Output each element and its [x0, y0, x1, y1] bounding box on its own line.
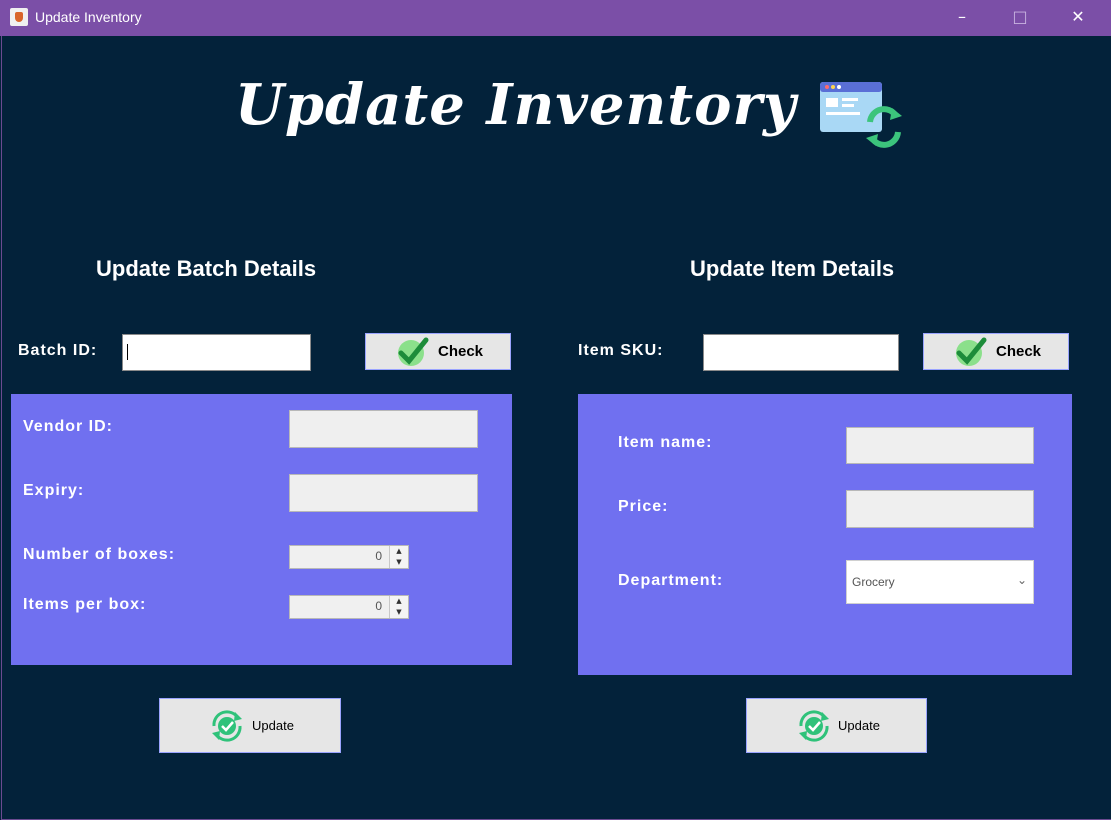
price-label: Price:: [618, 498, 669, 515]
minimize-button[interactable]: –: [932, 0, 992, 36]
item-section-title: Update Item Details: [690, 256, 895, 281]
close-button[interactable]: ✕: [1048, 0, 1108, 36]
vendor-id-label: Vendor ID:: [23, 418, 114, 435]
item-update-label: Update: [838, 718, 880, 733]
spinner-up-icon[interactable]: ▲: [390, 596, 408, 607]
batch-check-button[interactable]: Check: [365, 333, 511, 370]
inventory-refresh-icon: [820, 82, 902, 148]
spinner-down-icon[interactable]: ▼: [390, 607, 408, 618]
chevron-down-icon: ⌄: [1016, 573, 1027, 587]
batch-check-label: Check: [438, 343, 484, 360]
department-label: Department:: [618, 572, 724, 589]
item-sku-input[interactable]: [703, 334, 899, 371]
price-field[interactable]: [846, 490, 1034, 528]
green-check-icon: [956, 337, 987, 366]
item-update-button[interactable]: Update: [746, 698, 927, 753]
vendor-id-field[interactable]: [289, 410, 478, 448]
green-check-icon: [398, 337, 429, 366]
item-name-label: Item name:: [618, 434, 713, 451]
spinner-arrows[interactable]: ▲ ▼: [389, 546, 408, 568]
number-of-boxes-label: Number of boxes:: [23, 546, 176, 563]
item-check-label: Check: [996, 343, 1042, 360]
number-of-boxes-value: 0: [375, 549, 382, 563]
spinner-down-icon[interactable]: ▼: [390, 557, 408, 568]
department-select[interactable]: Grocery ⌄: [846, 560, 1034, 604]
items-per-box-spinner[interactable]: 0 ▲ ▼: [289, 595, 409, 619]
department-value: Grocery: [852, 575, 895, 589]
batch-update-button[interactable]: Update: [159, 698, 341, 753]
batch-section-title: Update Batch Details: [96, 256, 317, 281]
refresh-check-icon: [212, 710, 242, 742]
items-per-box-label: Items per box:: [23, 596, 147, 613]
refresh-check-icon: [799, 710, 829, 742]
item-sku-label: Item SKU:: [578, 342, 664, 359]
spinner-arrows[interactable]: ▲ ▼: [389, 596, 408, 618]
maximize-button[interactable]: □: [990, 0, 1050, 36]
window-titlebar: Update Inventory – □ ✕: [0, 0, 1111, 36]
item-name-field[interactable]: [846, 427, 1034, 464]
expiry-field[interactable]: [289, 474, 478, 512]
batch-id-label: Batch ID:: [18, 342, 98, 359]
batch-update-label: Update: [252, 718, 294, 733]
items-per-box-value: 0: [375, 599, 382, 613]
batch-id-input[interactable]: [122, 334, 311, 371]
java-app-icon: [10, 8, 28, 26]
page-title: Update Inventory: [235, 72, 797, 138]
number-of-boxes-spinner[interactable]: 0 ▲ ▼: [289, 545, 409, 569]
window-title: Update Inventory: [35, 9, 142, 25]
item-check-button[interactable]: Check: [923, 333, 1069, 370]
text-caret: [127, 344, 128, 360]
spinner-up-icon[interactable]: ▲: [390, 546, 408, 557]
expiry-label: Expiry:: [23, 482, 85, 499]
